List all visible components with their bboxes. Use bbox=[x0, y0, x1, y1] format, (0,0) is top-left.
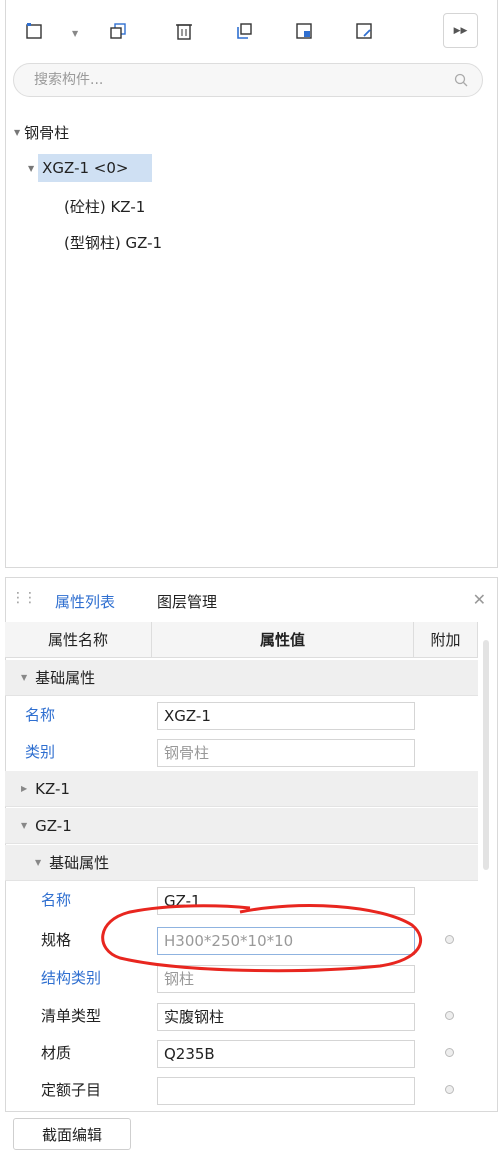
tree-root[interactable]: ▼ 钢骨柱 bbox=[14, 122, 69, 143]
export-icon bbox=[355, 22, 372, 39]
extra-checkbox[interactable] bbox=[445, 1011, 454, 1020]
group-label: 基础属性 bbox=[49, 854, 110, 872]
expand-caret-icon[interactable]: ▶ bbox=[21, 784, 27, 793]
group-row[interactable]: ▼ GZ-1 bbox=[5, 808, 478, 844]
column-header-value: 属性值 bbox=[152, 622, 414, 658]
property-row: 结构类别 钢柱 bbox=[5, 960, 478, 996]
extra-checkbox[interactable] bbox=[445, 1085, 454, 1094]
more-icon: ▶▶ bbox=[453, 25, 468, 36]
column-header-extra: 附加 bbox=[414, 622, 478, 658]
property-row: 名称 GZ-1 bbox=[5, 882, 478, 918]
group-label: KZ-1 bbox=[35, 779, 70, 798]
property-name: 结构类别 bbox=[41, 969, 102, 987]
tree-leaf-label: (砼柱) KZ-1 bbox=[64, 198, 146, 216]
tab-properties[interactable]: 属性列表 bbox=[55, 591, 115, 612]
import-icon bbox=[295, 22, 312, 39]
property-value-input[interactable]: 钢柱 bbox=[157, 965, 415, 993]
group-row[interactable]: ▼ 基础属性 bbox=[5, 845, 478, 881]
copy-to-floor-button[interactable] bbox=[226, 13, 261, 48]
tree-child[interactable]: ▼ XGZ-1 <0> bbox=[28, 154, 153, 182]
property-value-input[interactable]: GZ-1 bbox=[157, 887, 415, 915]
group-row[interactable]: ▼ 基础属性 bbox=[5, 660, 478, 696]
column-header-name: 属性名称 bbox=[5, 622, 152, 658]
property-name: 清单类型 bbox=[41, 1007, 102, 1025]
property-value-input[interactable]: Q235B bbox=[157, 1040, 415, 1068]
collapse-caret-icon[interactable]: ▼ bbox=[21, 821, 27, 830]
tree-leaf[interactable]: (型钢柱) GZ-1 bbox=[64, 232, 162, 253]
close-icon[interactable]: ✕ bbox=[473, 590, 486, 609]
property-value-input[interactable]: 钢骨柱 bbox=[157, 739, 415, 767]
copy-to-floor-icon bbox=[236, 22, 252, 39]
collapse-caret-icon[interactable]: ▼ bbox=[21, 673, 27, 682]
collapse-caret-icon[interactable]: ▼ bbox=[35, 858, 41, 867]
section-edit-button[interactable]: 截面编辑 bbox=[13, 1118, 131, 1150]
delete-icon bbox=[175, 23, 192, 40]
search-input[interactable] bbox=[34, 70, 434, 90]
property-row: 名称 XGZ-1 bbox=[5, 697, 478, 733]
import-button[interactable] bbox=[286, 13, 321, 48]
property-row: 清单类型 实腹钢柱 bbox=[5, 998, 478, 1034]
property-name: 名称 bbox=[25, 706, 56, 724]
more-button[interactable]: ▶▶ bbox=[443, 13, 478, 48]
expand-caret-icon[interactable]: ▼ bbox=[14, 128, 20, 137]
search-box[interactable] bbox=[13, 63, 483, 97]
search-icon[interactable] bbox=[454, 73, 468, 87]
property-name: 类别 bbox=[25, 743, 56, 761]
tree-child-label[interactable]: XGZ-1 <0> bbox=[38, 154, 153, 182]
dropdown-caret-icon[interactable]: ▼ bbox=[72, 29, 78, 38]
group-label: 基础属性 bbox=[35, 669, 96, 687]
property-value-input[interactable]: 实腹钢柱 bbox=[157, 1003, 415, 1031]
property-name: 定额子目 bbox=[41, 1081, 102, 1099]
property-row: 规格 H300*250*10*10 bbox=[5, 922, 478, 958]
expand-caret-icon[interactable]: ▼ bbox=[28, 164, 34, 173]
delete-button[interactable] bbox=[166, 13, 201, 48]
group-row[interactable]: ▶ KZ-1 bbox=[5, 771, 478, 807]
property-row: 类别 钢骨柱 bbox=[5, 734, 478, 770]
extra-checkbox[interactable] bbox=[445, 1048, 454, 1057]
property-name: 材质 bbox=[41, 1044, 72, 1062]
group-label: GZ-1 bbox=[35, 816, 72, 835]
scrollbar[interactable] bbox=[483, 640, 489, 870]
copy-icon bbox=[109, 22, 126, 39]
property-value-input[interactable] bbox=[157, 1077, 415, 1105]
copy-button[interactable] bbox=[100, 13, 135, 48]
property-value-input[interactable]: H300*250*10*10 bbox=[157, 927, 415, 955]
property-row: 材质 Q235B bbox=[5, 1035, 478, 1071]
export-button[interactable] bbox=[346, 13, 381, 48]
tree-leaf-label: (型钢柱) GZ-1 bbox=[64, 234, 163, 252]
property-name: 名称 bbox=[41, 891, 72, 909]
extra-checkbox[interactable] bbox=[445, 935, 454, 944]
tree-root-label: 钢骨柱 bbox=[24, 124, 70, 142]
new-component-icon bbox=[25, 22, 42, 39]
tree-leaf[interactable]: (砼柱) KZ-1 bbox=[64, 196, 145, 217]
drag-handle-icon[interactable]: ⋮⋮ bbox=[11, 590, 37, 606]
new-component-button[interactable] bbox=[16, 13, 51, 48]
property-row: 定额子目 bbox=[5, 1072, 478, 1108]
property-value-input[interactable]: XGZ-1 bbox=[157, 702, 415, 730]
property-name: 规格 bbox=[41, 931, 72, 949]
tab-layers[interactable]: 图层管理 bbox=[157, 591, 217, 612]
